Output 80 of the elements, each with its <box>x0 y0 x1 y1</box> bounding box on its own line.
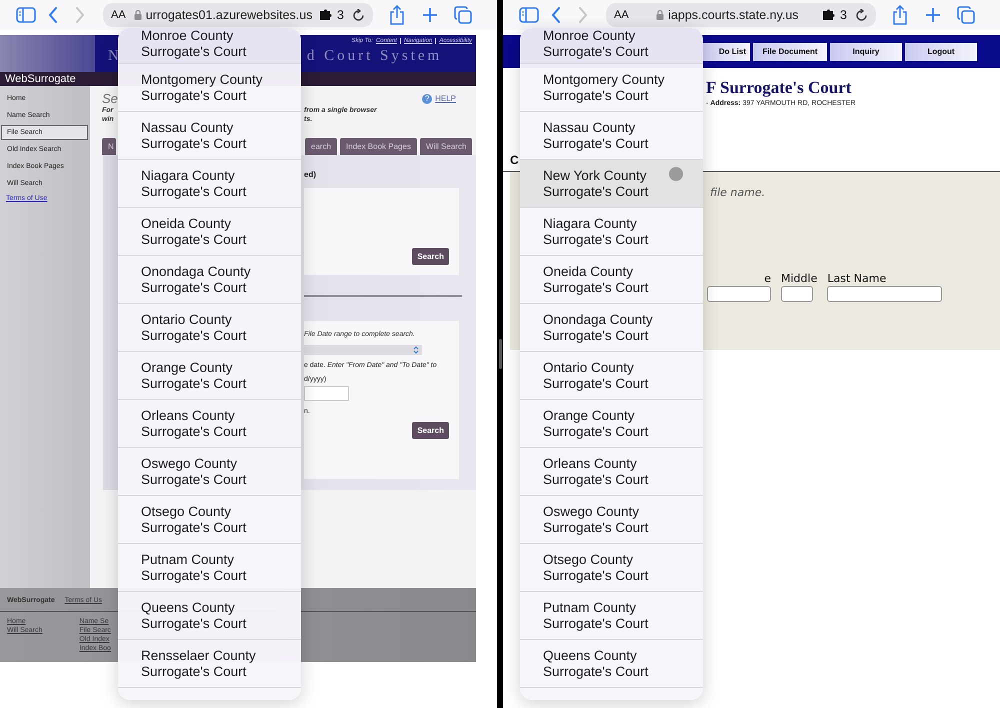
name-input[interactable] <box>707 286 771 302</box>
field-label: Last Name <box>827 272 888 285</box>
sidebar-icon[interactable] <box>519 7 539 23</box>
share-icon[interactable] <box>389 5 405 25</box>
dropdown-option[interactable]: Monroe County Surrogate's Court <box>118 28 301 64</box>
name-input[interactable] <box>781 286 813 302</box>
puzzle-icon[interactable] <box>822 9 836 21</box>
url-text: iapps.courts.state.ny.us <box>668 8 799 22</box>
touch-indicator-icon <box>669 167 683 181</box>
dropdown-option[interactable]: Oneida County Surrogate's Court <box>520 256 703 304</box>
select-field[interactable] <box>304 345 422 355</box>
back-icon[interactable] <box>551 7 561 23</box>
dropdown-option[interactable]: New York County Surrogate's Court <box>520 160 703 208</box>
dropdown-option[interactable]: Otsego County Surrogate's Court <box>118 496 301 544</box>
page-heading: Se <box>102 91 118 106</box>
instruction-text: file name. <box>710 186 766 199</box>
lock-icon <box>656 10 664 20</box>
dropdown-option[interactable]: Oneida County Surrogate's Court <box>118 208 301 256</box>
dropdown-option[interactable]: Putnam County Surrogate's Court <box>118 544 301 592</box>
field-label: e <box>764 272 771 285</box>
court-title: F Surrogate's Court <box>706 78 852 98</box>
dropdown-option[interactable]: Oswego County Surrogate's Court <box>520 496 703 544</box>
address-bar[interactable]: AA iapps.courts.state.ny.us 3 <box>606 3 876 27</box>
url-text: urrogates01.azurewebsites.us <box>146 8 312 22</box>
back-icon[interactable] <box>48 7 58 23</box>
dropdown-option[interactable]: Putnam County Surrogate's Court <box>520 592 703 640</box>
dropdown-option[interactable]: Otsego County Surrogate's Court <box>520 544 703 592</box>
tabs-icon[interactable] <box>957 6 975 24</box>
dropdown-option[interactable]: Oswego County Surrogate's Court <box>118 448 301 496</box>
dropdown-option[interactable]: Orange County Surrogate's Court <box>118 352 301 400</box>
section-label: ed) <box>304 170 317 179</box>
search-button[interactable]: Search <box>412 248 449 265</box>
search-tab[interactable]: Will Search <box>420 138 472 155</box>
text-size-button[interactable]: AA <box>111 9 126 21</box>
nav-button[interactable]: Do List <box>700 42 750 60</box>
dropdown-option[interactable]: Montgomery County Surrogate's Court <box>520 64 703 112</box>
dropdown-option[interactable]: Orleans County Surrogate's Court <box>118 400 301 448</box>
dropdown-option[interactable]: Queens County Surrogate's Court <box>520 640 703 688</box>
nav-button[interactable]: Inquiry <box>830 42 902 60</box>
chevron-icon <box>413 346 419 354</box>
extensions-count: 3 <box>840 8 847 22</box>
address-bar[interactable]: AA urrogates01.azurewebsites.us 3 <box>103 3 373 27</box>
text-size-button[interactable]: AA <box>614 9 629 21</box>
new-tab-icon[interactable] <box>925 7 941 23</box>
tabs-icon[interactable] <box>454 6 472 24</box>
dropdown-option[interactable]: Nassau County Surrogate's Court <box>118 112 301 160</box>
dropdown-option[interactable]: Ontario County Surrogate's Court <box>520 352 703 400</box>
search-tab[interactable]: N <box>102 138 116 155</box>
search-tab[interactable]: earch <box>305 138 338 155</box>
sidebar-icon[interactable] <box>16 7 36 23</box>
dropdown-option[interactable]: Niagara County Surrogate's Court <box>520 208 703 256</box>
dropdown-option[interactable]: Queens County Surrogate's Court <box>118 592 301 640</box>
dropdown-option[interactable]: Niagara County Surrogate's Court <box>118 160 301 208</box>
help-link[interactable]: HELP <box>435 94 456 103</box>
dropdown-option[interactable]: Montgomery County Surrogate's Court <box>118 64 301 112</box>
dropdown-option[interactable]: Onondaga County Surrogate's Court <box>118 256 301 304</box>
nav-button[interactable]: Logout <box>905 42 977 60</box>
dropdown-option[interactable]: Orange County Surrogate's Court <box>520 400 703 448</box>
extensions-count: 3 <box>337 8 344 22</box>
lock-icon <box>134 10 142 20</box>
puzzle-icon[interactable] <box>319 9 334 21</box>
field-label: Middle <box>781 272 818 285</box>
section-heading: C <box>510 153 519 167</box>
split-view-handle[interactable] <box>498 339 502 369</box>
brand-name: WebSurrogate <box>4 73 76 85</box>
reload-icon[interactable] <box>855 8 868 22</box>
search-tab[interactable]: Index Book Pages <box>340 138 417 155</box>
reload-icon[interactable] <box>352 8 365 22</box>
nav-button[interactable]: File Document <box>753 42 827 60</box>
date-input[interactable] <box>304 386 349 401</box>
dropdown-option[interactable]: Ontario County Surrogate's Court <box>118 304 301 352</box>
search-button[interactable]: Search <box>412 422 449 439</box>
dropdown-option[interactable]: Orleans County Surrogate's Court <box>520 448 703 496</box>
site-title: d Court System <box>306 48 442 65</box>
dropdown-option[interactable]: Onondaga County Surrogate's Court <box>520 304 703 352</box>
share-icon[interactable] <box>892 5 908 25</box>
new-tab-icon[interactable] <box>422 7 438 23</box>
dropdown-option[interactable]: Monroe County Surrogate's Court <box>520 28 703 64</box>
dropdown-option[interactable]: Rensselaer County Surrogate's Court <box>118 640 301 688</box>
name-input[interactable] <box>827 286 942 302</box>
